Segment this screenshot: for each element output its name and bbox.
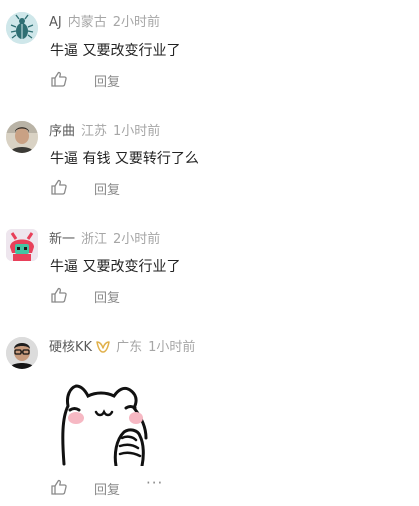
comment-actions: 回复 (50, 286, 250, 306)
like-button[interactable] (50, 178, 70, 196)
timestamp: 2小时前 (112, 15, 161, 30)
nickname[interactable]: 序曲 (49, 124, 75, 139)
man-glasses-avatar[interactable] (6, 337, 38, 369)
gold-badge-icon (96, 341, 110, 358)
reply-button[interactable]: 回复 (94, 179, 120, 198)
like-button[interactable] (50, 286, 70, 304)
timestamp: 1小时前 (113, 124, 161, 139)
more-button[interactable]: ··· (146, 474, 163, 492)
location: 浙江 (81, 232, 108, 247)
thumbs-up-icon (51, 71, 67, 87)
comment-actions: 回复 ··· (50, 474, 250, 498)
like-button[interactable] (50, 478, 70, 496)
cat-sticker-image (61, 384, 148, 468)
nickname[interactable]: 新一 (49, 232, 75, 247)
comment-meta: 新一 浙江 2小时前 (49, 232, 160, 248)
thumbs-up-icon (51, 287, 67, 303)
comment-text: 牛逼 有钱 又要转行了么 (50, 151, 199, 167)
reply-button[interactable]: 回复 (94, 287, 120, 306)
pixel-character-icon (6, 229, 38, 261)
location: 广东 (116, 340, 143, 355)
nickname[interactable]: AJ (49, 15, 62, 30)
nickname[interactable]: 硬核KK (49, 340, 92, 355)
reply-button[interactable]: 回复 (94, 71, 120, 90)
beetle-icon (6, 12, 38, 44)
person-glasses-icon (6, 337, 38, 369)
timestamp: 1小时前 (148, 340, 196, 355)
person-photo-icon (6, 121, 38, 153)
comment-actions: 回复 (50, 178, 250, 198)
thumbs-up-icon (51, 179, 67, 195)
location: 江苏 (81, 124, 108, 139)
beetle-avatar[interactable] (6, 12, 38, 44)
cartoon-cat-sticker[interactable] (60, 378, 148, 468)
comment-meta: AJ 内蒙古 2小时前 (49, 15, 160, 31)
pixel-character-avatar[interactable] (6, 229, 38, 261)
comment-text: 牛逼 又要改变行业了 (50, 43, 181, 59)
reply-button[interactable]: 回复 (94, 479, 120, 498)
comment-meta: 硬核KK 广东 1小时前 (49, 340, 195, 358)
comment-actions: 回复 (50, 70, 250, 90)
location: 内蒙古 (67, 15, 107, 30)
timestamp: 2小时前 (113, 232, 161, 247)
thumbs-up-icon (51, 479, 67, 495)
comment-text: 牛逼 又要改变行业了 (50, 259, 181, 275)
man-photo-avatar[interactable] (6, 121, 38, 153)
like-button[interactable] (50, 70, 70, 88)
comment-meta: 序曲 江苏 1小时前 (49, 124, 160, 140)
